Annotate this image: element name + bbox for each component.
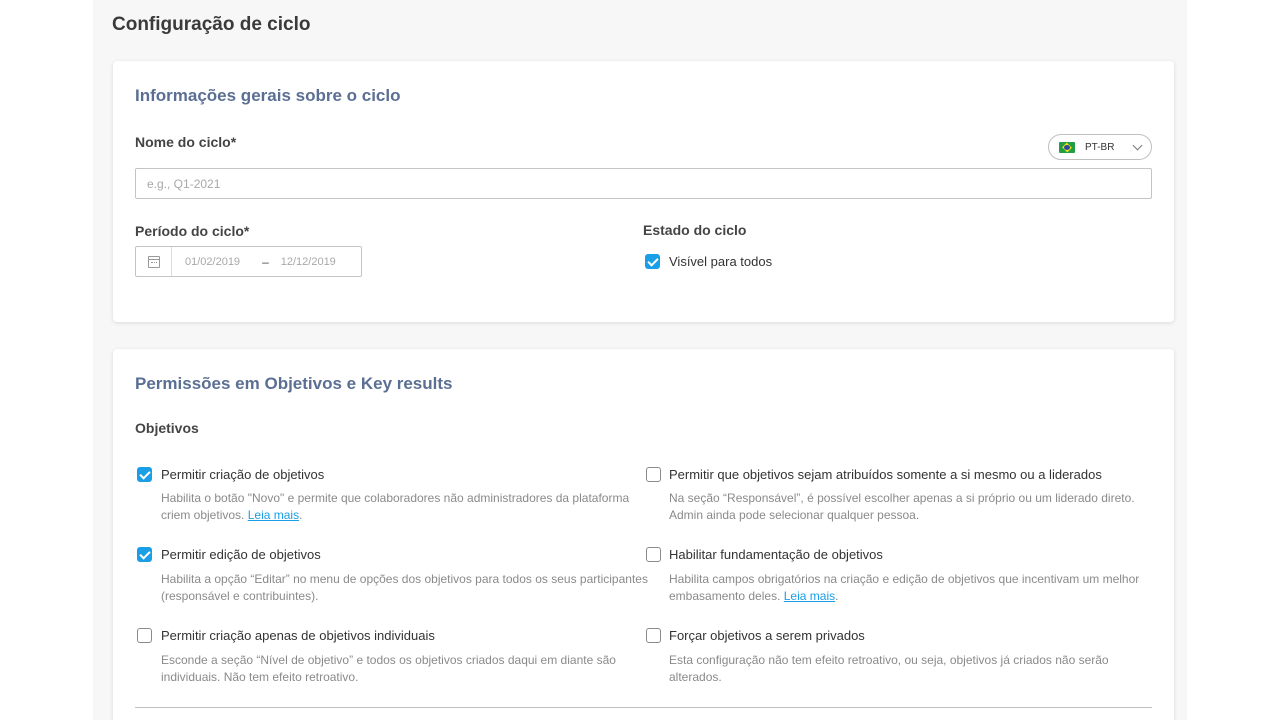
allow-create-objectives-label: Permitir criação de objetivos xyxy=(161,467,325,482)
cycle-state-label: Estado do ciclo xyxy=(643,222,747,238)
cycle-name-input[interactable] xyxy=(135,168,1152,199)
objective-rationale-checkbox[interactable] xyxy=(646,547,661,562)
allow-edit-objectives-description: Habilita a opção “Editar” no menu de opç… xyxy=(161,572,648,603)
allow-create-objectives-checkbox[interactable] xyxy=(137,467,152,482)
language-code: PT-BR xyxy=(1085,141,1115,153)
required-mark: * xyxy=(243,223,250,239)
individual-objectives-only-description: Esconde a seção “Nível de objetivo” e to… xyxy=(161,653,616,684)
allow-edit-objectives-checkbox[interactable] xyxy=(137,547,152,562)
brazil-flag-icon xyxy=(1059,141,1075,153)
desc-suffix: . xyxy=(299,508,303,522)
visible-to-all-checkbox[interactable] xyxy=(645,254,660,269)
general-info-title: Informações gerais sobre o ciclo xyxy=(135,86,401,105)
permissions-card: Permissões em Objetivos e Key results Ob… xyxy=(113,349,1174,720)
read-more-link[interactable]: Leia mais xyxy=(784,589,835,603)
cycle-period-label-text: Período do ciclo xyxy=(135,223,244,239)
individual-objectives-only-label: Permitir criação apenas de objetivos ind… xyxy=(161,628,435,643)
assign-self-or-reports-checkbox[interactable] xyxy=(646,467,661,482)
calendar-icon xyxy=(147,255,160,268)
cycle-name-label-text: Nome do ciclo xyxy=(135,134,231,150)
cycle-period-label: Período do ciclo* xyxy=(135,223,249,239)
objective-rationale-description: Habilita campos obrigatórios na criação … xyxy=(669,571,1159,605)
period-end-date[interactable]: 12/12/2019 xyxy=(281,256,336,268)
objectives-subtitle: Objetivos xyxy=(135,420,199,436)
language-select[interactable]: PT-BR xyxy=(1048,134,1152,160)
allow-create-objectives-desc-text: Habilita o botão "Novo" e permite que co… xyxy=(161,491,630,522)
section-divider xyxy=(135,707,1152,708)
objective-rationale-desc-text: Habilita campos obrigatórios na criação … xyxy=(669,572,1140,603)
chevron-down-icon xyxy=(1132,140,1143,151)
cycle-period-picker[interactable]: 01/02/2019 – 12/12/2019 xyxy=(135,246,362,277)
calendar-button[interactable] xyxy=(136,247,172,276)
force-private-objectives-label: Forçar objetivos a serem privados xyxy=(669,628,865,643)
permissions-title: Permissões em Objetivos e Key results xyxy=(135,374,453,393)
force-private-objectives-checkbox[interactable] xyxy=(646,628,661,643)
read-more-link[interactable]: Leia mais xyxy=(248,508,299,522)
force-private-objectives-description: Esta configuração não tem efeito retroat… xyxy=(669,653,1109,684)
visible-to-all-label: Visível para todos xyxy=(669,254,773,269)
general-info-card: Informações gerais sobre o ciclo Nome do… xyxy=(113,61,1174,322)
allow-create-objectives-description: Habilita o botão "Novo" e permite que co… xyxy=(161,490,651,524)
page-title: Configuração de ciclo xyxy=(112,14,311,35)
period-separator: – xyxy=(262,254,269,269)
allow-edit-objectives-label: Permitir edição de objetivos xyxy=(161,547,321,562)
desc-suffix: . xyxy=(835,589,839,603)
objective-rationale-label: Habilitar fundamentação de objetivos xyxy=(669,547,883,562)
cycle-name-label: Nome do ciclo* xyxy=(135,134,236,150)
period-start-date[interactable]: 01/02/2019 xyxy=(185,256,240,268)
required-mark: * xyxy=(230,134,237,150)
assign-self-or-reports-label: Permitir que objetivos sejam atribuídos … xyxy=(669,467,1102,482)
assign-self-or-reports-description: Na seção “Responsável”, é possível escol… xyxy=(669,491,1135,522)
individual-objectives-only-checkbox[interactable] xyxy=(137,628,152,643)
